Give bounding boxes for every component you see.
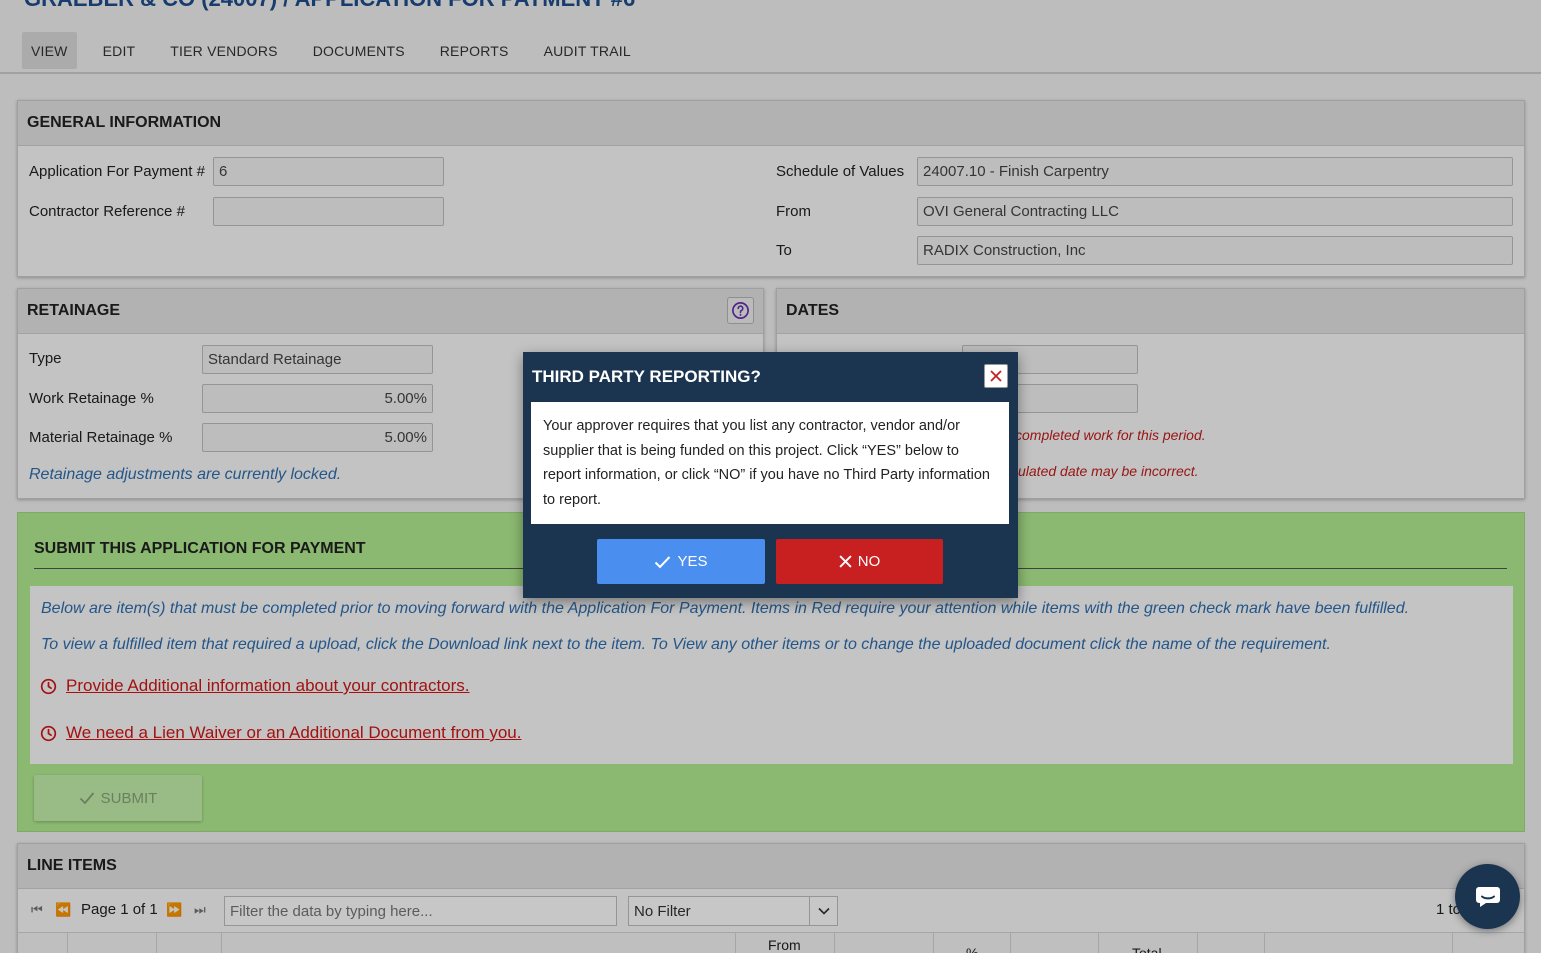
no-button-label: NO (857, 553, 881, 570)
close-icon (839, 555, 852, 568)
yes-button-label: YES (677, 553, 708, 570)
chat-icon[interactable] (1455, 864, 1520, 929)
yes-button[interactable]: YES (597, 539, 765, 584)
dialog-message: Your approver requires that you list any… (531, 402, 1009, 524)
close-icon[interactable] (984, 364, 1008, 388)
dialog-title: THIRD PARTY REPORTING? (532, 367, 761, 386)
no-button[interactable]: NO (776, 539, 943, 584)
third-party-reporting-dialog: THIRD PARTY REPORTING? Your approver req… (523, 352, 1018, 598)
check-icon (655, 555, 671, 568)
